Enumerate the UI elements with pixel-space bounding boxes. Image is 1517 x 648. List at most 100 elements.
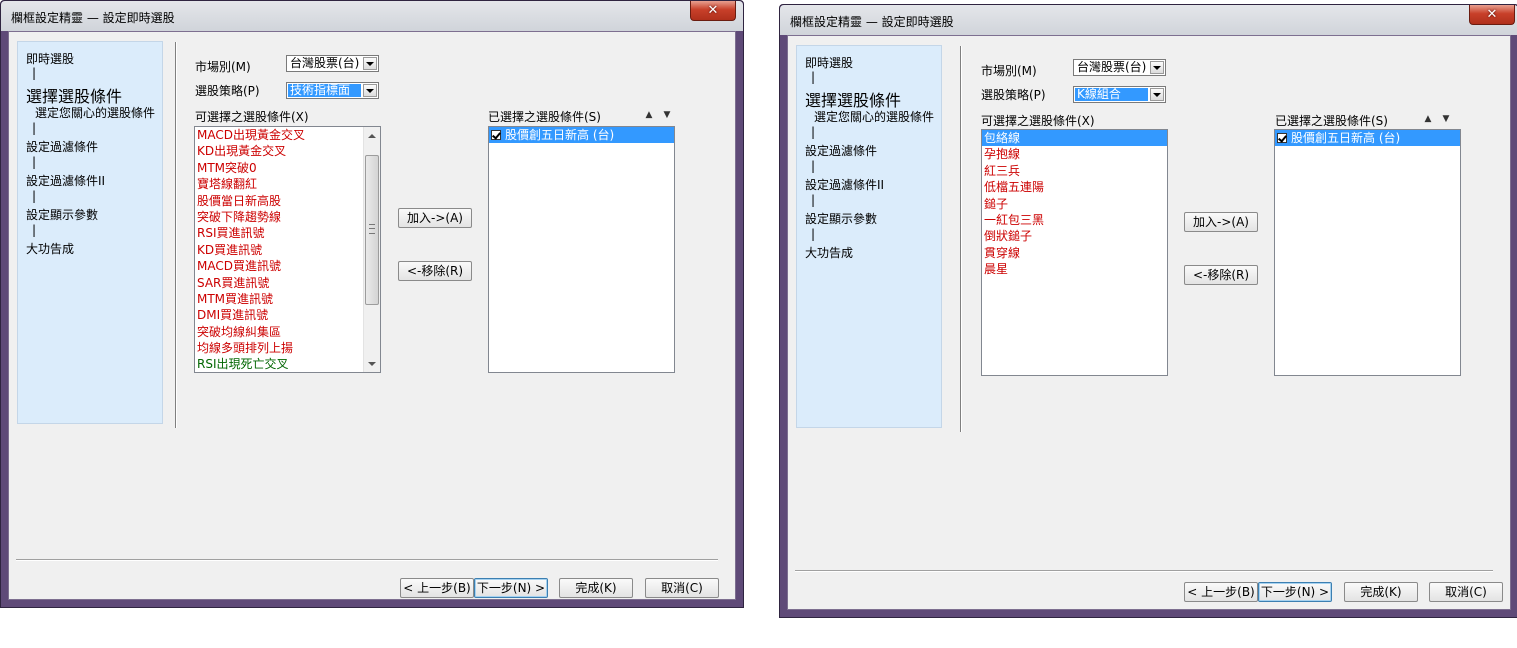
wizard-steps-panel: 即時選股 | 選擇選股條件 選定您關心的選股條件 | 設定過濾條件 | 設定過濾… [796,45,942,428]
step-complete: 大功告成 [805,246,854,260]
cancel-button[interactable]: 取消(C) [1429,582,1503,602]
step-filter-conditions-2: 設定過濾條件II [26,174,106,188]
available-conditions-label: 可選擇之選股條件(X) [981,114,1095,128]
condition-list-item[interactable]: SAR買進訊號 [195,275,363,291]
close-button[interactable]: ✕ [690,1,736,21]
step-separator: | [32,121,37,135]
checkbox-checked-icon[interactable] [491,130,501,140]
condition-list-item[interactable]: 倒狀鎚子 [982,228,1167,244]
strategy-label: 選股策略(P) [195,84,260,98]
condition-list-item[interactable]: KD出現黃金交叉 [195,143,363,159]
step-display-params: 設定顯示參數 [805,212,878,226]
step-filter-conditions-2: 設定過濾條件II [805,178,885,192]
condition-list-item[interactable]: 突破下降趨勢線 [195,209,363,225]
chevron-down-icon[interactable] [1150,61,1164,74]
condition-list-item[interactable]: DMI買進訊號 [195,307,363,323]
horizontal-divider [16,559,718,561]
market-label: 市場別(M) [195,60,251,74]
condition-list-item[interactable]: 晨星 [982,261,1167,277]
title-bar[interactable]: 欄框設定精靈 — 設定即時選股 ✕ [1,1,743,31]
close-icon: ✕ [707,3,719,18]
step-separator: | [811,193,816,207]
condition-list-item[interactable]: MTM買進訊號 [195,291,363,307]
strategy-combobox[interactable]: 技術指標面 [286,82,379,99]
chevron-down-icon[interactable] [363,57,377,70]
condition-list-item[interactable]: 鎚子 [982,196,1167,212]
condition-list-item[interactable]: RSI出現死亡交叉 [195,356,363,372]
selected-conditions-label: 已選擇之選股條件(S) [1275,114,1388,128]
strategy-combobox-value: K線組合 [1075,88,1148,101]
back-button[interactable]: < 上一步(B) [1184,582,1258,602]
step-realtime-selection: 即時選股 [805,56,854,70]
market-label: 市場別(M) [981,64,1037,78]
vertical-divider [175,42,177,428]
finish-button[interactable]: 完成(K) [559,578,633,598]
condition-list-item[interactable]: 低檔五連陽 [982,179,1167,195]
scroll-up-arrow-icon[interactable] [364,127,380,144]
cancel-button[interactable]: 取消(C) [645,578,719,598]
condition-list-item[interactable]: KD買進訊號 [195,242,363,258]
condition-list-item[interactable]: 突破均線糾集區 [195,324,363,340]
strategy-combobox[interactable]: K線組合 [1073,86,1166,103]
condition-list-item[interactable]: 包絡線 [982,130,1167,147]
condition-list-item[interactable]: MACD買進訊號 [195,258,363,274]
condition-list-item[interactable]: 寶塔線翻紅 [195,176,363,192]
next-button[interactable]: 下一步(N) > [474,578,548,598]
title-bar[interactable]: 欄框設定精靈 — 設定即時選股 ✕ [780,5,1517,35]
condition-list-item[interactable]: 均線多頭排列上揚 [195,340,363,356]
scrollbar[interactable] [363,127,380,372]
close-button[interactable]: ✕ [1469,5,1515,25]
scroll-down-arrow-icon[interactable] [364,355,380,372]
market-combobox[interactable]: 台灣股票(台) [1073,59,1166,76]
available-conditions-list[interactable]: MACD出現黃金交叉 KD出現黃金交叉 MTM突破0 寶塔線翻紅 股價當日新高股 突破下降… [194,126,381,373]
selected-condition-item[interactable]: 股價創五日新高 (台) [489,127,674,143]
wizard-window-2: 欄框設定精靈 — 設定即時選股 ✕ 即時選股 | 選擇選股條件 選定您關心的選股… [779,4,1517,618]
step-separator: | [811,227,816,241]
remove-button[interactable]: <-移除(R) [1184,265,1258,285]
chevron-down-icon[interactable] [1150,88,1164,101]
market-combobox-value: 台灣股票(台) [1077,61,1147,74]
condition-list-item[interactable]: 貫穿線 [982,245,1167,261]
arrow-up-icon[interactable]: ▲ [1423,114,1433,124]
add-button[interactable]: 加入->(A) [1184,212,1258,232]
condition-list-item[interactable]: 紅三兵 [982,163,1167,179]
arrow-up-icon[interactable]: ▲ [644,110,654,120]
market-combobox[interactable]: 台灣股票(台) [286,55,379,72]
condition-list-item[interactable]: MTM突破0 [195,160,363,176]
step-complete: 大功告成 [26,242,75,256]
vertical-divider [960,46,962,432]
next-button[interactable]: 下一步(N) > [1258,582,1332,602]
step-display-params: 設定顯示參數 [26,208,99,222]
dialog-body: 即時選股 | 選擇選股條件 選定您關心的選股條件 | 設定過濾條件 | 設定過濾… [787,35,1511,610]
condition-list-item[interactable]: 股價當日新高股 [195,193,363,209]
selected-conditions-list[interactable]: 股價創五日新高 (台) [1274,129,1461,376]
add-button[interactable]: 加入->(A) [398,208,472,228]
chevron-down-icon[interactable] [363,84,377,97]
wizard-steps-panel: 即時選股 | 選擇選股條件 選定您關心的選股條件 | 設定過濾條件 | 設定過濾… [17,41,163,424]
finish-button[interactable]: 完成(K) [1344,582,1418,602]
selected-condition-label: 股價創五日新高 (台) [1291,131,1401,145]
arrow-down-icon[interactable]: ▼ [662,110,672,120]
step-separator: | [811,159,816,173]
step-filter-conditions: 設定過濾條件 [805,144,878,158]
condition-list-item[interactable]: 一紅包三黑 [982,212,1167,228]
selected-condition-label: 股價創五日新高 (台) [505,128,615,142]
checkbox-checked-icon[interactable] [1277,133,1287,143]
remove-button[interactable]: <-移除(R) [398,261,472,281]
selected-condition-item[interactable]: 股價創五日新高 (台) [1275,130,1460,146]
step-separator: | [811,125,816,139]
selected-conditions-list[interactable]: 股價創五日新高 (台) [488,126,675,373]
wizard-window-1: 欄框設定精靈 — 設定即時選股 ✕ 即時選股 | 選擇選股條件 選定您關心的選股… [0,0,744,608]
condition-list-item[interactable]: 孕抱線 [982,146,1167,162]
horizontal-divider [795,570,1493,572]
step-choose-conditions-sub: 選定您關心的選股條件 [814,110,935,124]
condition-list-item[interactable]: RSI買進訊號 [195,225,363,241]
step-separator: | [32,155,37,169]
available-conditions-list[interactable]: 包絡線 孕抱線 紅三兵 低檔五連陽 鎚子 一紅包三黑 倒狀鎚子 貫穿線 晨星 [981,129,1168,376]
condition-list-item[interactable]: MACD出現黃金交叉 [195,127,363,143]
arrow-down-icon[interactable]: ▼ [1441,114,1451,124]
back-button[interactable]: < 上一步(B) [400,578,474,598]
scroll-thumb[interactable] [365,155,379,305]
available-conditions-label: 可選擇之選股條件(X) [195,110,309,124]
step-filter-conditions: 設定過濾條件 [26,140,99,154]
